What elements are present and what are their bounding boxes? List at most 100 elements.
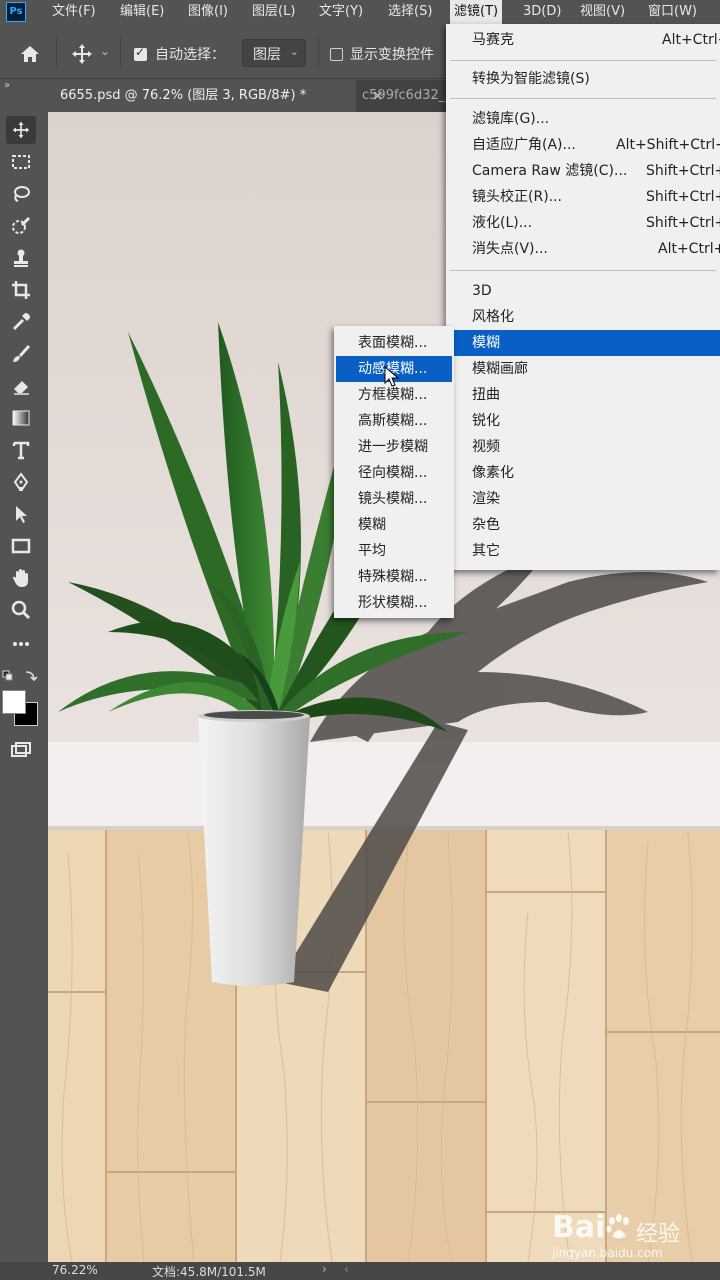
menu-edit[interactable]: 编辑(E)	[120, 0, 164, 24]
submenu-item-label: 径向模糊...	[358, 465, 428, 481]
menu-item-sharpen[interactable]: 锐化	[446, 408, 720, 434]
type-tool[interactable]	[6, 436, 36, 464]
menu-item-stylize[interactable]: 风格化	[446, 304, 720, 330]
crop-icon	[12, 281, 30, 299]
filter-menu-dropdown: 马赛克 Alt+Ctrl+F 转换为智能滤镜(S) 滤镜库(G)... 自适应广…	[446, 24, 720, 570]
zoom-level[interactable]: 76.22%	[52, 1263, 98, 1277]
menu-item-liquify[interactable]: 液化(L)... Shift+Ctrl+X	[446, 210, 720, 236]
clone-stamp-tool[interactable]	[6, 244, 36, 272]
menu-item-blur-gallery[interactable]: 模糊画廊	[446, 356, 720, 382]
submenu-item-lens-blur[interactable]: 镜头模糊...	[334, 486, 454, 512]
quick-selection-icon	[12, 216, 31, 234]
edit-toolbar-button[interactable]	[6, 630, 36, 658]
submenu-item-label: 平均	[358, 543, 386, 559]
crop-tool[interactable]	[6, 276, 36, 304]
hand-tool[interactable]	[6, 564, 36, 592]
menu-window[interactable]: 窗口(W)	[648, 0, 697, 24]
menu-image[interactable]: 图像(I)	[188, 0, 228, 24]
submenu-item-gaussian-blur[interactable]: 高斯模糊...	[334, 408, 454, 434]
menu-item-filter-gallery[interactable]: 滤镜库(G)...	[446, 106, 720, 132]
watermark-brand: Bai	[552, 1210, 606, 1245]
lasso-icon	[14, 186, 30, 202]
menu-3d[interactable]: 3D(D)	[523, 0, 561, 24]
auto-select-target-dropdown[interactable]: 图层 ⌄	[242, 39, 306, 67]
eyedropper-tool[interactable]	[6, 308, 36, 336]
menu-filter[interactable]: 滤镜(T)	[450, 0, 503, 24]
menu-item-label: 模糊画廊	[472, 361, 528, 377]
submenu-item-label: 表面模糊...	[358, 335, 428, 351]
eraser-tool[interactable]	[6, 372, 36, 400]
menu-item-render[interactable]: 渲染	[446, 486, 720, 512]
color-swatches[interactable]	[2, 690, 40, 728]
pen-tool[interactable]	[6, 468, 36, 496]
menu-item-other[interactable]: 其它	[446, 538, 720, 564]
auto-select-label: 自动选择：	[155, 47, 225, 63]
foreground-color-swatch[interactable]	[2, 690, 26, 714]
rectangle-icon	[11, 538, 31, 554]
submenu-item-shape-blur[interactable]: 形状模糊...	[334, 590, 454, 616]
move-tool[interactable]	[6, 116, 36, 144]
submenu-item-smart-blur[interactable]: 特殊模糊...	[334, 564, 454, 590]
brush-tool[interactable]	[6, 340, 36, 368]
menu-item-mosaic[interactable]: 马赛克 Alt+Ctrl+F	[446, 27, 720, 53]
menu-item-label: 模糊	[472, 335, 500, 351]
menu-item-label: 渲染	[472, 491, 500, 507]
menu-item-pixelate[interactable]: 像素化	[446, 460, 720, 486]
tools-panel	[0, 112, 46, 1262]
menu-item-3d[interactable]: 3D	[446, 278, 720, 304]
submenu-item-blur[interactable]: 模糊	[334, 512, 454, 538]
auto-select-checkbox[interactable]	[134, 45, 147, 61]
menu-item-blur[interactable]: 模糊	[446, 330, 720, 356]
gradient-icon	[12, 410, 30, 426]
menu-item-lens-correction[interactable]: 镜头校正(R)... Shift+Ctrl+R	[446, 184, 720, 210]
vase	[198, 710, 310, 986]
menu-item-label: 自适应广角(A)...	[472, 137, 576, 153]
submenu-item-surface-blur[interactable]: 表面模糊...	[334, 330, 454, 356]
swap-colors-control[interactable]	[2, 668, 42, 684]
menu-item-noise[interactable]: 杂色	[446, 512, 720, 538]
menu-item-adaptive-wide-angle[interactable]: 自适应广角(A)... Alt+Shift+Ctrl+A	[446, 132, 720, 158]
submenu-item-radial-blur[interactable]: 径向模糊...	[334, 460, 454, 486]
status-menu-arrow-icon[interactable]: ›	[322, 1262, 327, 1276]
photoshop-logo[interactable]: Ps	[6, 2, 26, 22]
home-icon[interactable]	[18, 42, 42, 66]
rectangle-tool[interactable]	[6, 532, 36, 560]
move-tool-icon[interactable]	[70, 42, 94, 66]
quick-selection-tool[interactable]	[6, 212, 36, 240]
submenu-item-label: 镜头模糊...	[358, 491, 428, 507]
menu-item-label: Camera Raw 滤镜(C)...	[472, 163, 628, 179]
zoom-tool[interactable]	[6, 596, 36, 624]
menu-type[interactable]: 文字(Y)	[319, 0, 363, 24]
gradient-tool[interactable]	[6, 404, 36, 432]
chevron-down-icon[interactable]: ⌄	[100, 44, 110, 58]
menu-layer[interactable]: 图层(L)	[252, 0, 295, 24]
path-selection-tool[interactable]	[6, 500, 36, 528]
menu-select[interactable]: 选择(S)	[388, 0, 432, 24]
options-divider	[318, 36, 319, 68]
lasso-tool[interactable]	[6, 180, 36, 208]
submenu-item-average[interactable]: 平均	[334, 538, 454, 564]
tab-title: c599fc6d32_	[362, 88, 446, 103]
menu-view[interactable]: 视图(V)	[580, 0, 625, 24]
tab-document-active[interactable]: 6655.psd @ 76.2% (图层 3, RGB/8#) *	[48, 80, 356, 112]
menu-item-label: 锐化	[472, 413, 500, 429]
submenu-item-blur-more[interactable]: 进一步模糊	[334, 434, 454, 460]
menu-item-convert-smart-filter[interactable]: 转换为智能滤镜(S)	[446, 66, 720, 92]
menu-separator	[450, 98, 716, 99]
menu-item-video[interactable]: 视频	[446, 434, 720, 460]
marquee-tool[interactable]	[6, 148, 36, 176]
menu-item-label: 像素化	[472, 465, 514, 481]
hand-icon	[13, 569, 28, 587]
menu-item-label: 3D	[472, 283, 492, 299]
scroll-left-icon[interactable]: ‹	[344, 1262, 349, 1276]
options-divider	[56, 36, 57, 68]
collapse-panels-icon[interactable]: »	[4, 80, 10, 91]
swap-colors-icon	[2, 670, 38, 682]
menu-item-shortcut: Alt+Ctrl+F	[662, 32, 720, 48]
menu-item-camera-raw[interactable]: Camera Raw 滤镜(C)... Shift+Ctrl+A	[446, 158, 720, 184]
show-transform-controls-checkbox[interactable]	[330, 48, 343, 61]
menu-item-distort[interactable]: 扭曲	[446, 382, 720, 408]
menu-item-vanishing-point[interactable]: 消失点(V)... Alt+Ctrl+V	[446, 236, 720, 262]
screen-mode-button[interactable]	[6, 736, 36, 764]
menu-file[interactable]: 文件(F)	[52, 0, 96, 24]
